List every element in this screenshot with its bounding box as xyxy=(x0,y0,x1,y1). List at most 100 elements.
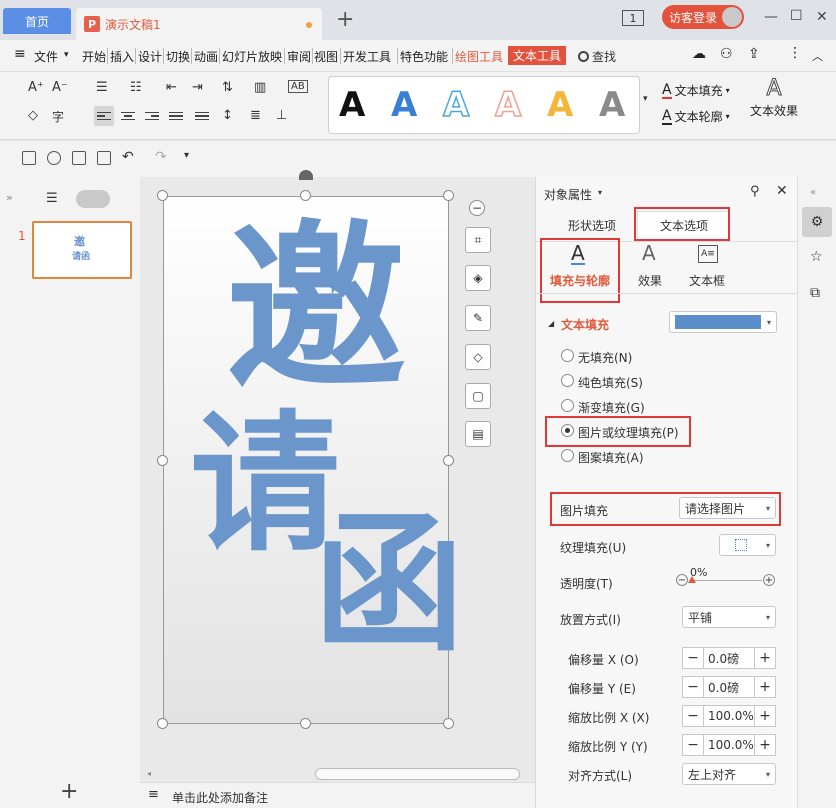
slider-thumb[interactable] xyxy=(688,576,696,583)
outline-view-icon[interactable]: ☰ xyxy=(46,191,58,206)
increase-font-icon[interactable]: A⁺ xyxy=(28,80,44,95)
offset-x-increase[interactable]: + xyxy=(754,647,776,669)
gallery-more-icon[interactable]: ▾ xyxy=(643,94,648,104)
zoom-out-icon[interactable]: − xyxy=(469,200,485,216)
transparency-decrease-icon[interactable]: − xyxy=(676,574,688,586)
subtab-effect[interactable]: 效果 xyxy=(638,272,662,289)
radio-no-fill[interactable] xyxy=(561,349,574,362)
offset-y-increase[interactable]: + xyxy=(754,676,776,698)
backup-icon[interactable]: ⧉ xyxy=(810,285,820,301)
menu-item-developer[interactable]: 开发工具 xyxy=(343,48,391,65)
align-left-icon[interactable] xyxy=(94,106,114,126)
texture-fill-dropdown[interactable]: ▾ xyxy=(719,534,776,556)
offset-x-decrease[interactable]: − xyxy=(682,647,704,669)
paragraph-spacing-icon[interactable]: ≣ xyxy=(250,108,261,123)
resize-handle[interactable] xyxy=(443,455,454,466)
notes-bar[interactable]: ≡ 单击此处添加备注 xyxy=(140,782,535,808)
pen-icon[interactable]: ✎ xyxy=(465,305,491,331)
offset-y-input[interactable]: 0.0磅 xyxy=(704,676,754,698)
tab-home[interactable]: 首页 xyxy=(3,8,71,34)
decrease-font-icon[interactable]: A⁻ xyxy=(52,80,68,95)
increase-indent-icon[interactable]: ⇥ xyxy=(192,80,203,95)
frame-icon[interactable]: ▢ xyxy=(465,383,491,409)
text-style-option[interactable]: A xyxy=(494,84,522,126)
collapse-strip-icon[interactable]: « xyxy=(810,187,816,198)
text-format-icon[interactable]: AB xyxy=(288,80,308,93)
scale-x-decrease[interactable]: − xyxy=(682,705,704,727)
offset-y-decrease[interactable]: − xyxy=(682,676,704,698)
slide-thumbnail[interactable]: 邀 请函 xyxy=(32,221,132,279)
layers-icon[interactable]: ◈ xyxy=(465,265,491,291)
radio-solid-fill[interactable] xyxy=(561,374,574,387)
more-icon[interactable]: ⋮ xyxy=(788,45,802,61)
chevron-down-icon[interactable]: ▾ xyxy=(598,188,602,197)
menu-file[interactable]: 文件 xyxy=(34,48,58,65)
numbering-icon[interactable]: ☷ xyxy=(130,80,142,95)
menu-item-animation[interactable]: 动画 xyxy=(194,48,218,65)
close-window-icon[interactable]: ✕ xyxy=(816,9,828,25)
expand-pane-icon[interactable]: » xyxy=(6,191,13,204)
resize-handle[interactable] xyxy=(443,718,454,729)
minimize-icon[interactable]: — xyxy=(764,9,778,25)
menu-item-slideshow[interactable]: 幻灯片放映 xyxy=(222,48,282,65)
text-effect-button[interactable]: A 文本效果 xyxy=(750,77,798,119)
columns-icon[interactable]: ▥ xyxy=(254,80,266,95)
text-style-option[interactable]: A xyxy=(599,85,625,125)
close-panel-icon[interactable]: ✕ xyxy=(776,183,788,199)
align-dropdown[interactable]: 左上对齐 ▾ xyxy=(682,763,776,785)
scale-x-increase[interactable]: + xyxy=(754,705,776,727)
text-direction-icon[interactable]: ⇅ xyxy=(222,80,233,95)
star-icon[interactable]: ☆ xyxy=(810,249,823,265)
subtab-textbox[interactable]: 文本框 xyxy=(689,272,725,289)
text-fill-button[interactable]: A 文本填充 ▾ xyxy=(662,82,730,99)
resize-handle[interactable] xyxy=(157,190,168,201)
add-slide-button[interactable]: + xyxy=(60,779,78,804)
menu-item-features[interactable]: 特色功能 xyxy=(400,48,448,65)
customize-toolbar-icon[interactable]: ▾ xyxy=(184,150,189,161)
vertical-align-icon[interactable]: ⊥ xyxy=(276,108,287,123)
menu-item-transition[interactable]: 切换 xyxy=(166,48,190,65)
text-wrap-icon[interactable]: ▤ xyxy=(465,421,491,447)
menu-item-text-tools[interactable]: 文本工具 xyxy=(508,46,567,65)
cloud-icon[interactable]: ☁ xyxy=(692,46,706,62)
print-preview-icon[interactable] xyxy=(97,151,111,165)
text-style-option[interactable]: A xyxy=(391,85,417,125)
bullets-icon[interactable]: ☰ xyxy=(96,80,108,95)
search-button[interactable]: 查找 xyxy=(578,45,628,67)
new-tab-button[interactable]: + xyxy=(336,9,354,31)
export-pdf-icon[interactable] xyxy=(47,151,61,165)
maximize-icon[interactable]: ☐ xyxy=(790,8,803,24)
share-icon[interactable]: ⇪ xyxy=(748,46,760,62)
clear-format-icon[interactable]: ◇ xyxy=(28,108,38,123)
thumbnail-view-toggle[interactable] xyxy=(76,190,110,208)
scale-y-decrease[interactable]: − xyxy=(682,734,704,756)
properties-icon[interactable]: ⚙ xyxy=(802,207,832,237)
resize-handle[interactable] xyxy=(443,190,454,201)
line-spacing-icon[interactable]: ↕ xyxy=(222,108,233,123)
text-style-option[interactable]: A xyxy=(547,85,573,125)
scroll-left-icon[interactable]: ◂ xyxy=(147,769,151,778)
fill-bucket-icon[interactable]: ◇ xyxy=(465,344,491,370)
guest-login-button[interactable]: 访客登录 xyxy=(662,5,744,29)
save-icon[interactable] xyxy=(22,151,36,165)
collapse-ribbon-icon[interactable]: ︿ xyxy=(812,48,823,64)
scale-y-increase[interactable]: + xyxy=(754,734,776,756)
menu-item-drawing-tools[interactable]: 绘图工具 xyxy=(455,48,503,65)
radio-pattern-fill[interactable] xyxy=(561,449,574,462)
rotate-handle[interactable] xyxy=(299,170,313,180)
tab-shape-options[interactable]: 形状选项 xyxy=(568,217,616,234)
distribute-icon[interactable] xyxy=(192,106,212,126)
scale-x-input[interactable]: 100.0% xyxy=(704,705,754,727)
decrease-indent-icon[interactable]: ⇤ xyxy=(166,80,177,95)
transparency-increase-icon[interactable]: + xyxy=(763,574,775,586)
panel-title[interactable]: 对象属性 xyxy=(544,186,592,203)
undo-icon[interactable]: ↶ xyxy=(122,149,134,165)
menu-item-review[interactable]: 审阅 xyxy=(287,48,311,65)
print-icon[interactable] xyxy=(72,151,86,165)
hamburger-icon[interactable]: ≡ xyxy=(14,46,26,62)
offset-x-input[interactable]: 0.0磅 xyxy=(704,647,754,669)
collaborate-icon[interactable]: ⚇ xyxy=(720,46,733,62)
transparency-slider[interactable] xyxy=(690,580,762,581)
align-right-icon[interactable] xyxy=(142,106,162,126)
justify-icon[interactable] xyxy=(166,106,186,126)
